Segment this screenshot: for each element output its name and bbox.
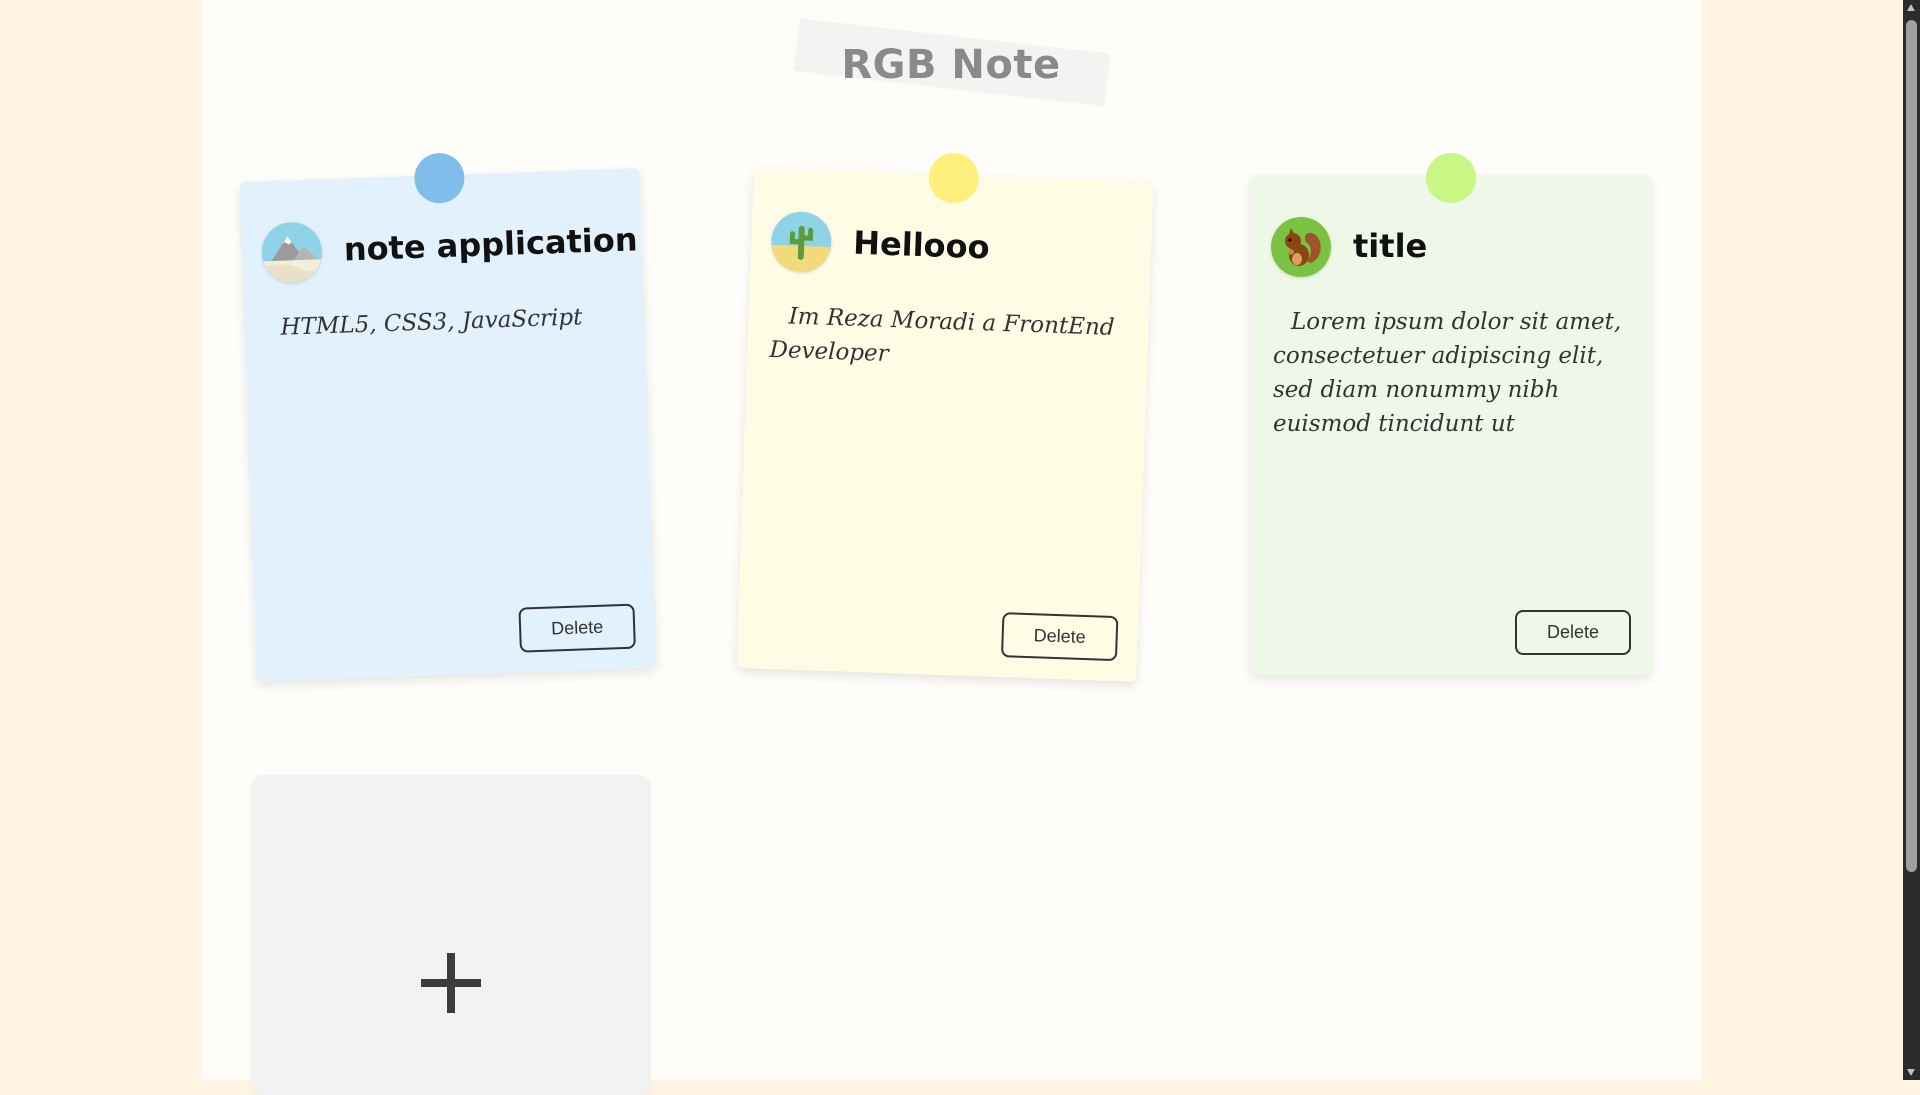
- note-body: Im Reza Moradi a FrontEnd Developer: [769, 303, 1115, 367]
- pin-icon: [927, 152, 980, 205]
- delete-button[interactable]: Delete: [518, 603, 636, 653]
- note-body: HTML5, CSS3, JavaScript: [280, 304, 583, 341]
- page-title: RGB Note: [841, 42, 1061, 88]
- cactus-desert-icon: [770, 210, 833, 273]
- squirrel-icon: [1271, 217, 1331, 277]
- note-title: Hellooo: [852, 223, 991, 267]
- mountain-landscape-icon: [260, 221, 323, 284]
- scrollbar-thumb[interactable]: [1906, 20, 1917, 872]
- notes-page: RGB Note note application HTML5, CSS3, J…: [201, 0, 1701, 1095]
- vertical-scrollbar[interactable]: [1903, 0, 1920, 1080]
- pin-icon: [1426, 153, 1476, 203]
- note-card: note application HTML5, CSS3, JavaScript…: [239, 152, 657, 682]
- scroll-up-icon[interactable]: [1907, 4, 1915, 11]
- delete-button[interactable]: Delete: [1515, 610, 1631, 655]
- scroll-down-icon[interactable]: [1907, 1069, 1915, 1076]
- add-note-card[interactable]: [251, 775, 651, 1095]
- note-title: title: [1353, 227, 1428, 265]
- note-card: title Lorem ipsum dolor sit amet, consec…: [1251, 153, 1651, 675]
- plus-icon[interactable]: [421, 953, 481, 1013]
- pin-icon: [413, 152, 466, 205]
- note-card: Hellooo Im Reza Moradi a FrontEnd Develo…: [736, 152, 1154, 682]
- delete-button[interactable]: Delete: [1000, 612, 1119, 662]
- note-title: note application: [343, 220, 639, 269]
- note-body: Lorem ipsum dolor sit amet, consectetuer…: [1273, 309, 1622, 437]
